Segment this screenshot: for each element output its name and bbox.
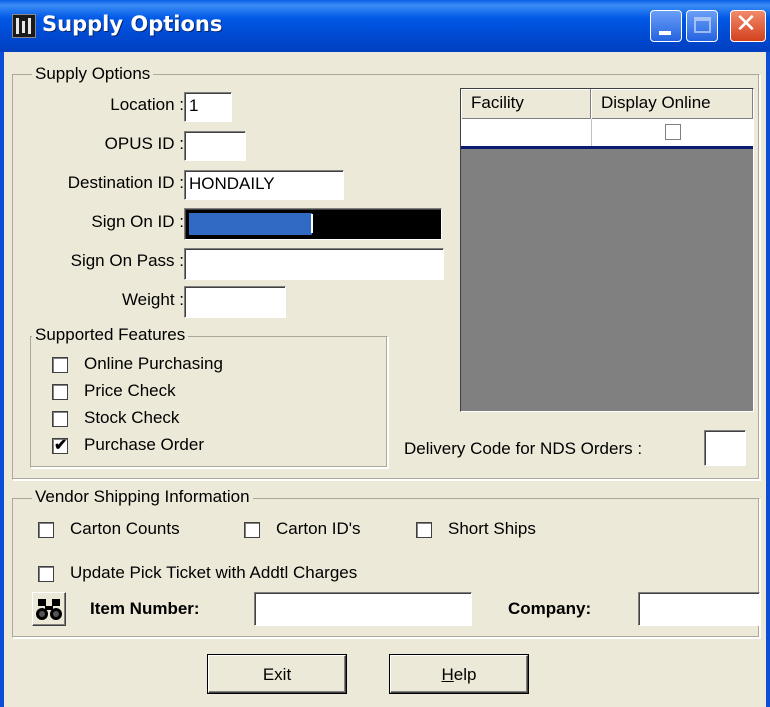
- company-label: Company:: [508, 599, 592, 618]
- sign-on-id-field[interactable]: [184, 208, 442, 240]
- grid-header: Facility Display Online: [461, 89, 753, 119]
- item-number-label: Item Number:: [90, 599, 200, 618]
- sign-on-pass-field[interactable]: [184, 248, 444, 280]
- window-border-left: [0, 52, 4, 707]
- help-label: elp: [453, 665, 477, 684]
- opus-id-label: OPUS ID :: [104, 134, 184, 153]
- online-purchasing-label: Online Purchasing: [84, 354, 223, 373]
- purchase-order-label: Purchase Order: [84, 435, 204, 454]
- weight-field[interactable]: [184, 286, 286, 318]
- weight-label: Weight :: [121, 290, 184, 309]
- carton-counts-label: Carton Counts: [70, 519, 180, 538]
- help-button[interactable]: Help: [390, 655, 528, 693]
- location-label: Location :: [110, 95, 184, 114]
- price-check-checkbox[interactable]: [52, 384, 68, 400]
- destination-id-field[interactable]: HONDAILY: [184, 170, 344, 200]
- delivery-code-label: Delivery Code for NDS Orders :: [404, 439, 643, 458]
- supported-features-legend: Supported Features: [32, 325, 189, 345]
- check-mark-icon: ✔: [54, 437, 68, 454]
- minimize-button[interactable]: [650, 10, 682, 42]
- maximize-button[interactable]: [686, 10, 718, 42]
- company-field[interactable]: [638, 592, 760, 626]
- item-number-field[interactable]: [254, 592, 472, 626]
- price-check-label: Price Check: [84, 381, 176, 400]
- supply-options-legend: Supply Options: [32, 64, 154, 84]
- exit-button[interactable]: Exit: [208, 655, 346, 693]
- column-separator: [591, 119, 592, 146]
- title-bar[interactable]: Supply Options ✕: [0, 0, 770, 52]
- minimize-icon: [659, 31, 671, 35]
- window-title: Supply Options: [42, 12, 223, 36]
- window-border-right: [766, 52, 770, 707]
- destination-id-label: Destination ID :: [67, 173, 184, 192]
- maximize-icon: [694, 17, 711, 33]
- stock-check-label: Stock Check: [84, 408, 180, 427]
- sign-on-id-selection: [189, 213, 312, 235]
- opus-id-field[interactable]: [184, 131, 246, 161]
- close-icon: ✕: [735, 9, 757, 39]
- vendor-shipping-legend: Vendor Shipping Information: [32, 487, 253, 507]
- binoculars-icon: [36, 599, 62, 620]
- stock-check-checkbox[interactable]: [52, 411, 68, 427]
- search-button[interactable]: [32, 592, 66, 626]
- carton-ids-label: Carton ID's: [276, 519, 361, 538]
- display-online-checkbox[interactable]: [665, 124, 681, 140]
- close-button[interactable]: ✕: [730, 9, 766, 42]
- short-ships-label: Short Ships: [448, 519, 536, 538]
- display-online-column-header[interactable]: Display Online: [591, 89, 753, 119]
- facility-column-header[interactable]: Facility: [461, 89, 591, 119]
- facility-grid[interactable]: Facility Display Online: [460, 88, 754, 412]
- grid-row[interactable]: [461, 119, 753, 149]
- sign-on-pass-label: Sign On Pass :: [70, 251, 184, 270]
- update-pick-ticket-checkbox[interactable]: [38, 566, 54, 582]
- short-ships-checkbox[interactable]: [416, 522, 432, 538]
- location-field[interactable]: 1: [184, 92, 232, 122]
- text-cursor: [311, 214, 313, 233]
- supply-options-window: Supply Options ✕ Supply Options Location…: [0, 0, 770, 707]
- carton-counts-checkbox[interactable]: [38, 522, 54, 538]
- delivery-code-field[interactable]: [704, 430, 746, 466]
- app-icon: [12, 14, 36, 38]
- sign-on-id-label: Sign On ID :: [91, 212, 184, 231]
- carton-ids-checkbox[interactable]: [244, 522, 260, 538]
- purchase-order-checkbox[interactable]: ✔: [52, 437, 68, 454]
- update-pick-ticket-label: Update Pick Ticket with Addtl Charges: [70, 563, 358, 582]
- online-purchasing-checkbox[interactable]: [52, 357, 68, 373]
- help-mnemonic: H: [441, 665, 454, 684]
